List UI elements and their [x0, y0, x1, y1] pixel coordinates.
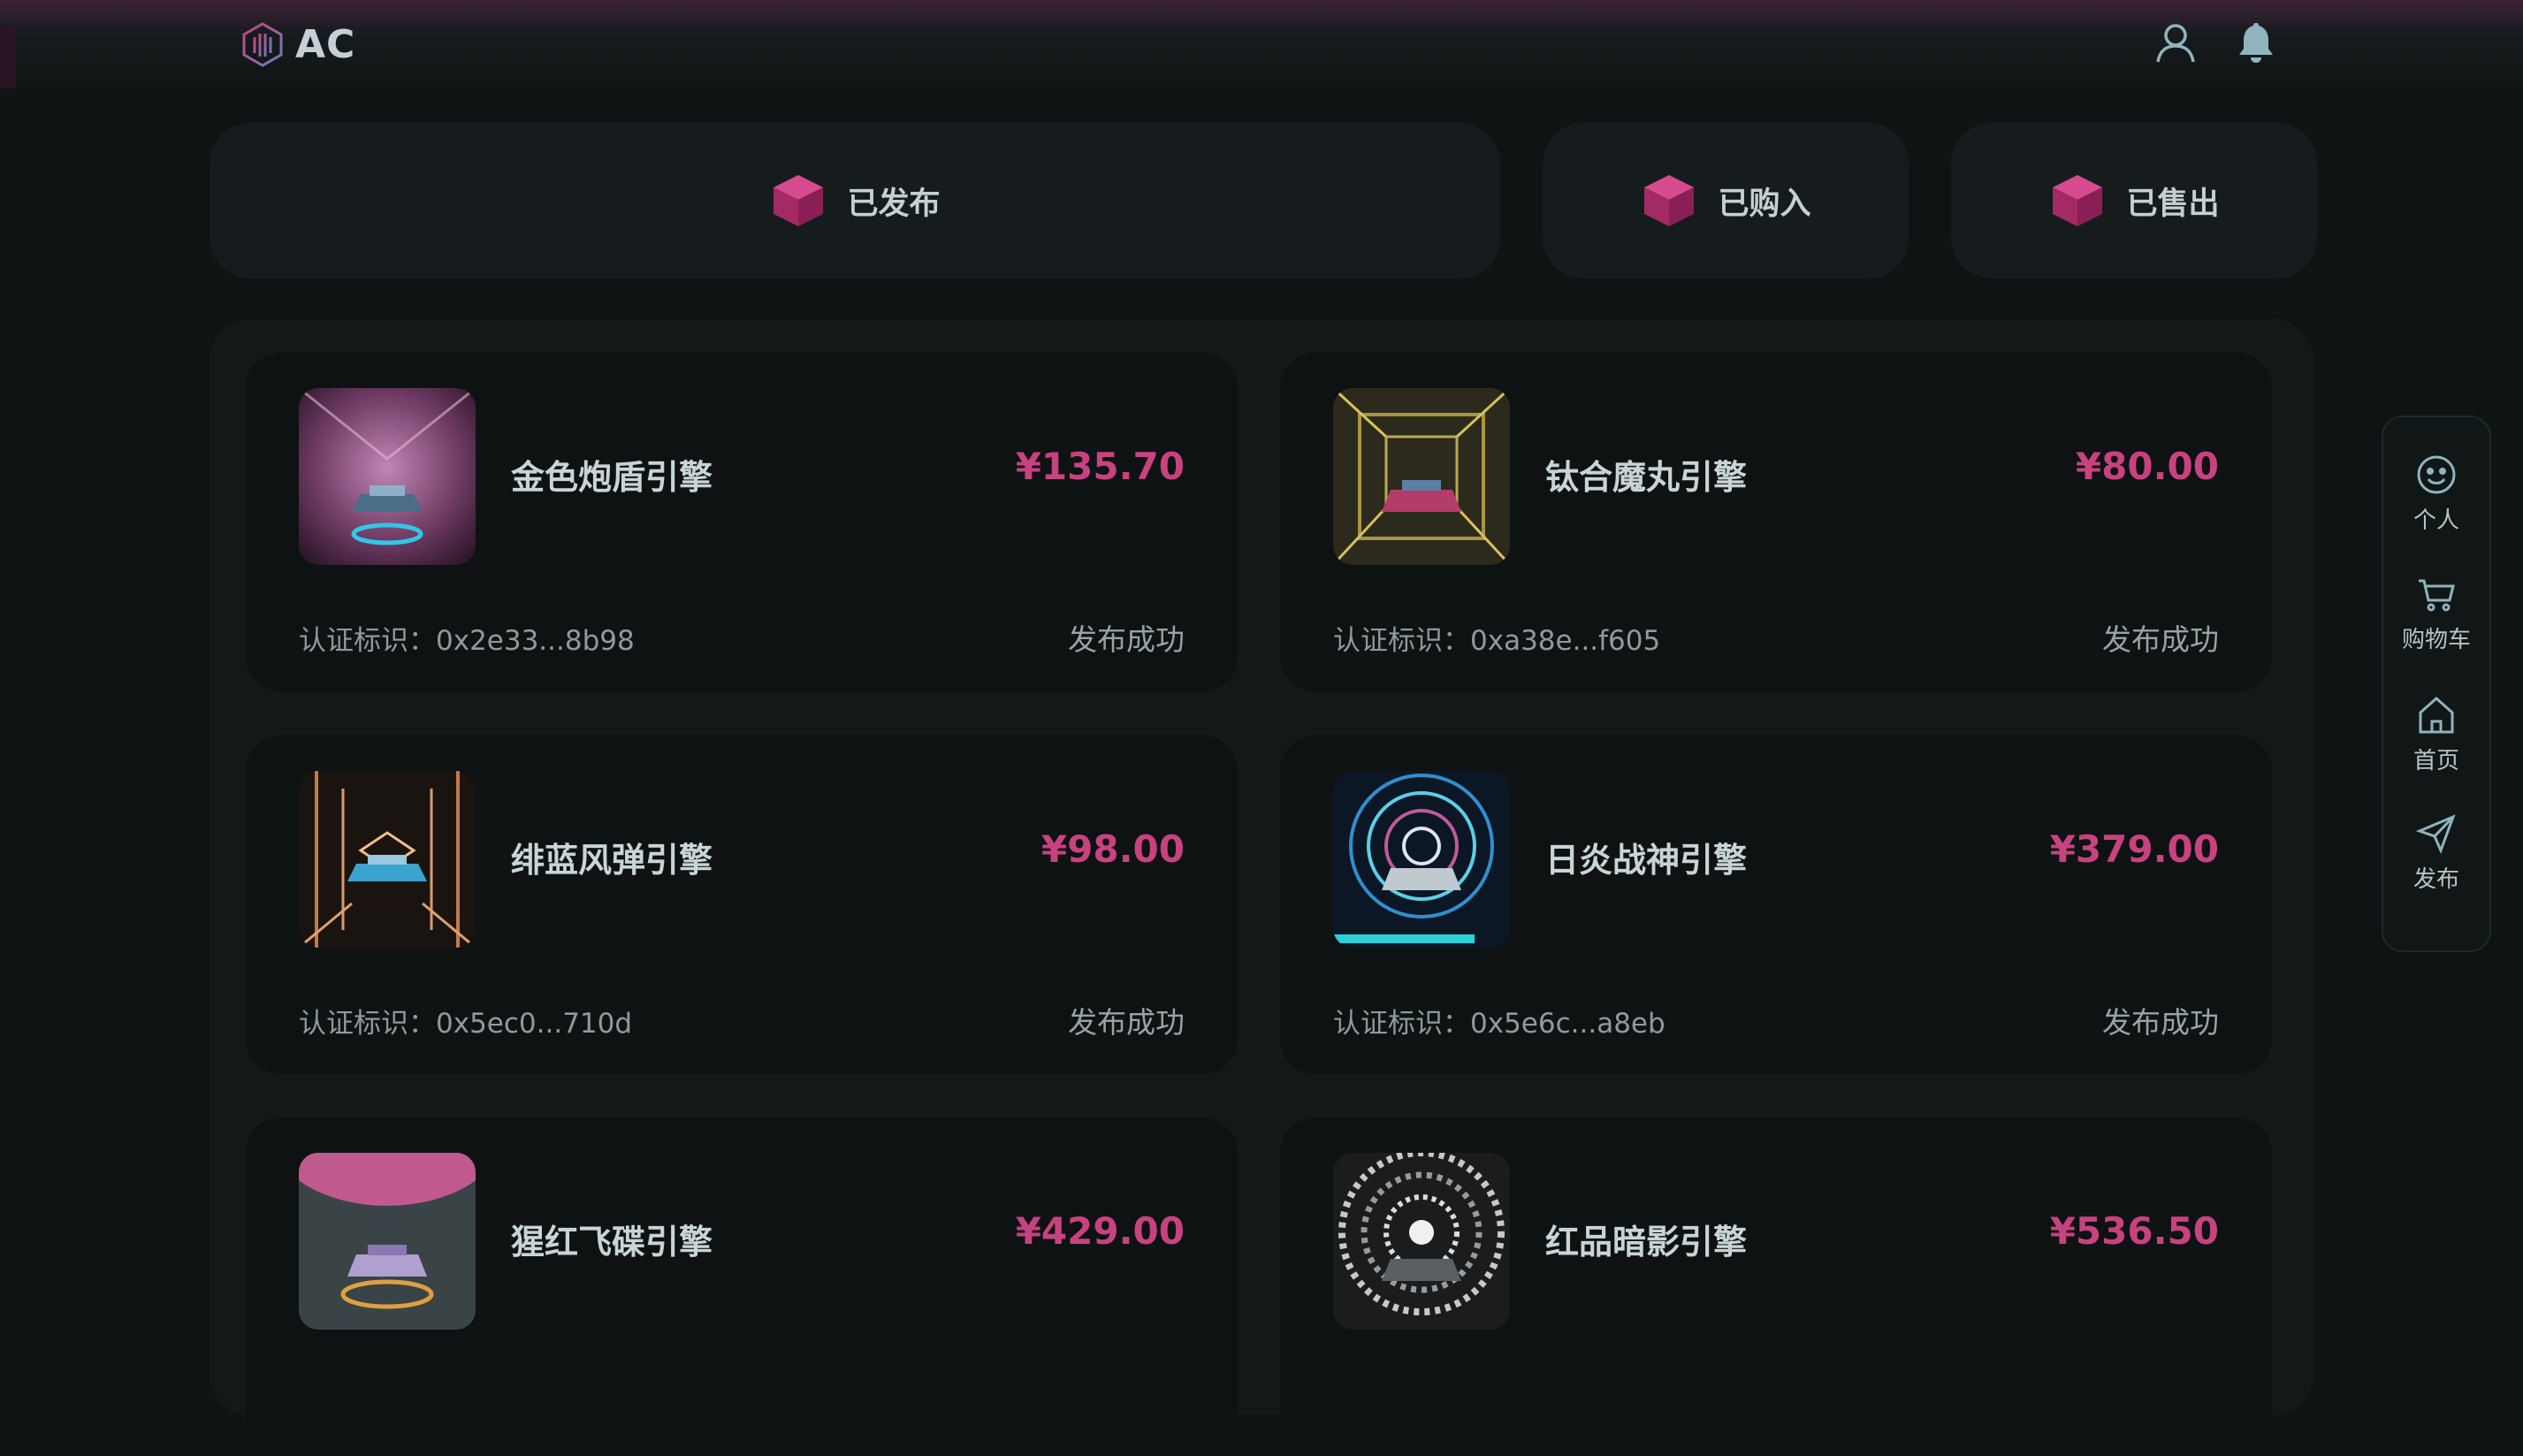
- certification-id-value: 0x5ec0...710d: [436, 1008, 633, 1040]
- tab-label: 已购入: [1718, 186, 1811, 222]
- publish-status: 发布成功: [1068, 622, 1185, 657]
- certification-id: 认证标识：0x2e33...8b98: [299, 618, 635, 658]
- sidebar-item-cart[interactable]: 购物车: [2383, 572, 2489, 654]
- product-card[interactable]: 日炎战神引擎 ¥379.00 认证标识：0x5e6c...a8eb 发布成功: [1280, 736, 2272, 1074]
- tab-sold[interactable]: 已售出: [1951, 123, 2317, 278]
- certification-id: 认证标识：0xa38e...f605: [1333, 618, 1660, 658]
- sidebar-item-label: 个人: [2412, 507, 2459, 534]
- product-price: ¥135.70: [1015, 445, 1185, 488]
- logo-icon: [242, 22, 283, 67]
- user-icon[interactable]: [2151, 18, 2200, 67]
- top-bar-accent: [0, 27, 16, 88]
- product-name: 红品暗影引擎: [1545, 1223, 1748, 1262]
- certification-id-label: 认证标识：: [299, 1008, 436, 1040]
- product-name: 钛合魔丸引擎: [1545, 458, 1748, 497]
- product-card[interactable]: 金色炮盾引擎 ¥135.70 认证标识：0x2e33...8b98 发布成功: [246, 353, 1238, 691]
- tab-label: 已售出: [2126, 186, 2220, 222]
- product-thumbnail: [299, 771, 476, 948]
- bell-icon[interactable]: [2231, 18, 2281, 67]
- product-name: 猩红飞碟引擎: [511, 1223, 713, 1262]
- tab-bought[interactable]: 已购入: [1543, 123, 1909, 278]
- home-icon: [2419, 696, 2454, 734]
- product-thumbnail: [1333, 388, 1510, 565]
- publish-status: 发布成功: [1068, 1005, 1185, 1040]
- tab-published[interactable]: 已发布: [210, 123, 1500, 278]
- certification-id-value: 0x2e33...8b98: [436, 625, 635, 657]
- sidebar-item-label: 购物车: [2401, 627, 2471, 653]
- product-card[interactable]: 红品暗影引擎 ¥536.50: [1280, 1117, 2272, 1456]
- product-name: 日炎战神引擎: [1545, 841, 1748, 880]
- smiley-icon: [2417, 455, 2456, 494]
- product-price: ¥80.00: [2075, 445, 2219, 488]
- sidebar-item-profile[interactable]: 个人: [2383, 453, 2489, 535]
- cube-icon: [774, 175, 824, 226]
- tab-label: 已发布: [847, 186, 941, 222]
- sidebar-item-label: 发布: [2412, 866, 2459, 893]
- sidebar-item-publish[interactable]: 发布: [2383, 812, 2489, 894]
- logo[interactable]: AC: [240, 18, 355, 71]
- certification-id: 认证标识：0x5e6c...a8eb: [1333, 1001, 1665, 1041]
- cart-icon: [2419, 579, 2455, 612]
- product-card[interactable]: 绯蓝风弹引擎 ¥98.00 认证标识：0x5ec0...710d 发布成功: [246, 736, 1238, 1074]
- cube-icon: [2053, 175, 2103, 226]
- sidebar-item-home[interactable]: 首页: [2383, 693, 2489, 775]
- certification-id: 认证标识：0x5ec0...710d: [299, 1001, 632, 1041]
- floating-sidebar: 个人 购物车 首页 发布: [2382, 415, 2491, 952]
- certification-id-label: 认证标识：: [1333, 625, 1470, 657]
- product-price: ¥379.00: [2049, 827, 2219, 871]
- product-thumbnail: [299, 388, 476, 565]
- product-price: ¥429.00: [1015, 1209, 1185, 1253]
- sidebar-item-label: 首页: [2412, 748, 2459, 774]
- certification-id-label: 认证标识：: [1333, 1008, 1470, 1040]
- certification-id-label: 认证标识：: [299, 625, 436, 657]
- publish-status: 发布成功: [2102, 1005, 2219, 1040]
- cube-icon: [1644, 175, 1695, 226]
- product-price: ¥98.00: [1040, 827, 1185, 871]
- top-bar: [0, 0, 2523, 88]
- certification-id-value: 0x5e6c...a8eb: [1470, 1008, 1665, 1040]
- product-name: 金色炮盾引擎: [511, 458, 713, 497]
- product-price: ¥536.50: [2049, 1209, 2219, 1253]
- certification-id-value: 0xa38e...f605: [1470, 625, 1661, 657]
- product-thumbnail: [1333, 771, 1510, 948]
- publish-status: 发布成功: [2102, 622, 2219, 657]
- send-icon: [2415, 814, 2456, 855]
- product-card[interactable]: 猩红飞碟引擎 ¥429.00: [246, 1117, 1238, 1456]
- product-card[interactable]: 钛合魔丸引擎 ¥80.00 认证标识：0xa38e...f605 发布成功: [1280, 353, 2272, 691]
- logo-text: AC: [295, 21, 356, 67]
- product-thumbnail: [299, 1153, 476, 1330]
- product-thumbnail: [1333, 1153, 1510, 1330]
- product-name: 绯蓝风弹引擎: [511, 841, 713, 880]
